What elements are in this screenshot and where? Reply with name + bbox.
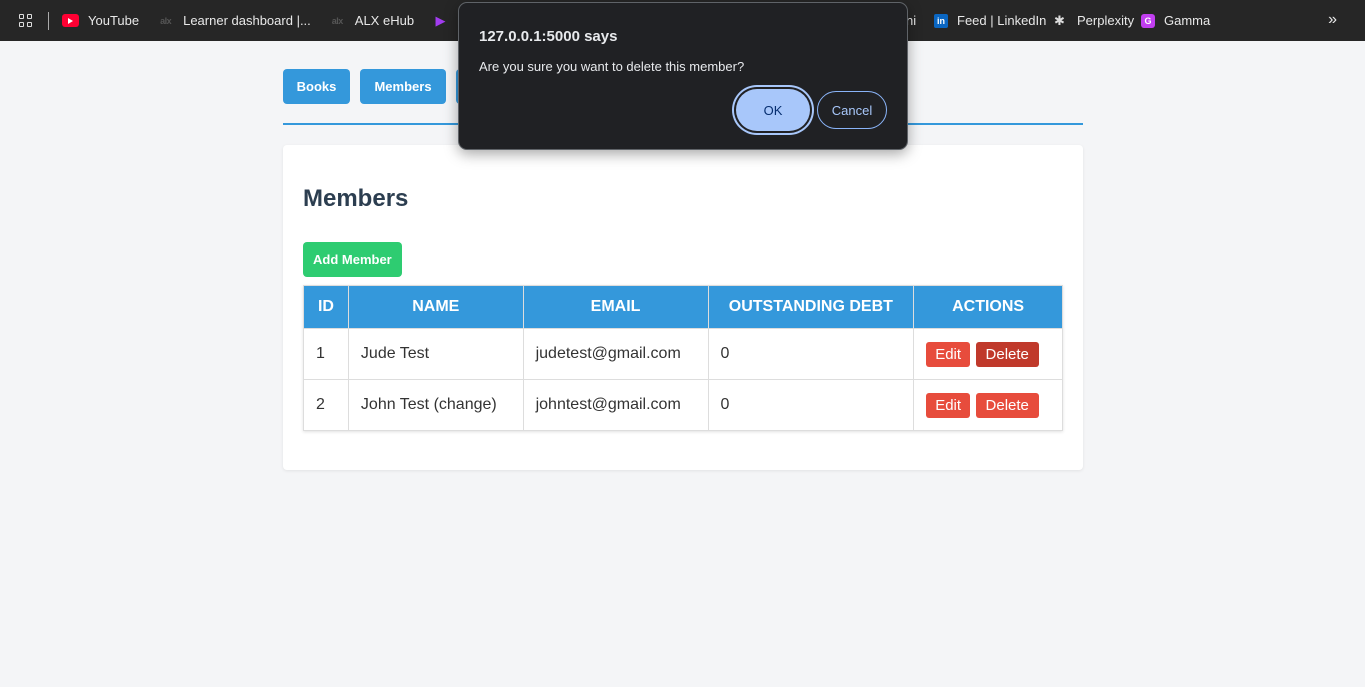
column-header-actions: ACTIONS <box>913 285 1063 329</box>
more-bookmarks-chevron-icon[interactable]: » <box>1328 11 1337 29</box>
cell-email: johntest@gmail.com <box>522 379 709 431</box>
linkedin-icon: in <box>934 13 948 28</box>
bookmark-learner-dashboard[interactable]: alx Learner dashboard |... <box>157 13 311 28</box>
gamma-icon: G <box>1141 13 1155 28</box>
table-row: 2 John Test (change) johntest@gmail.com … <box>303 379 1063 431</box>
delete-button[interactable]: Delete <box>975 392 1039 418</box>
edit-button[interactable]: Edit <box>926 341 971 367</box>
confirm-dialog: 127.0.0.1:5000 says Are you sure you wan… <box>458 2 908 150</box>
cell-email: judetest@gmail.com <box>522 328 709 380</box>
youtube-icon <box>62 14 79 27</box>
table-row: 1 Jude Test judetest@gmail.com 0 Edit De… <box>303 328 1063 380</box>
members-card: Members Add Member ID NAME EMAIL OUTSTAN… <box>283 145 1083 470</box>
cell-name: Jude Test <box>347 328 524 380</box>
cell-id: 1 <box>303 328 349 380</box>
nav-members-button[interactable]: Members <box>360 69 446 104</box>
dialog-cancel-button[interactable]: Cancel <box>817 91 887 129</box>
dialog-ok-button[interactable]: OK <box>736 89 810 131</box>
column-header-debt: OUTSTANDING DEBT <box>707 285 915 329</box>
bookmark-alx-ehub[interactable]: alx ALX eHub <box>329 13 414 28</box>
dialog-title: 127.0.0.1:5000 says <box>479 28 618 45</box>
cell-id: 2 <box>303 379 349 431</box>
alx-icon: alx <box>331 15 344 26</box>
column-header-name: NAME <box>347 285 524 329</box>
members-table: ID NAME EMAIL OUTSTANDING DEBT ACTIONS 1… <box>303 285 1063 431</box>
bookmarks-separator <box>48 11 49 30</box>
column-header-email: EMAIL <box>522 285 709 329</box>
bookmark-youtube[interactable]: YouTube <box>62 13 139 28</box>
dialog-message: Are you sure you want to delete this mem… <box>479 59 745 74</box>
9anime-icon: ▶ <box>435 12 446 28</box>
cell-name: John Test (change) <box>347 379 524 431</box>
cell-actions: Edit Delete <box>913 328 1063 380</box>
cell-debt: 0 <box>707 328 915 380</box>
cell-actions: Edit Delete <box>913 379 1063 431</box>
edit-button[interactable]: Edit <box>926 392 971 418</box>
bookmark-linkedin[interactable]: in Feed | LinkedIn <box>934 13 1046 28</box>
page-title: Members <box>303 185 409 212</box>
alx-icon: alx <box>160 15 172 26</box>
cell-debt: 0 <box>707 379 915 431</box>
nav-books-button[interactable]: Books <box>283 69 350 104</box>
bookmark-gamma[interactable]: G Gamma <box>1141 13 1210 28</box>
perplexity-icon: ✱ <box>1054 12 1065 28</box>
column-header-id: ID <box>303 285 349 329</box>
bookmark-perplexity[interactable]: ✱ Perplexity <box>1051 12 1134 29</box>
apps-grid-icon[interactable] <box>19 13 33 28</box>
add-member-button[interactable]: Add Member <box>303 242 402 277</box>
delete-button[interactable]: Delete <box>975 341 1039 367</box>
table-header-row: ID NAME EMAIL OUTSTANDING DEBT ACTIONS <box>303 285 1063 329</box>
